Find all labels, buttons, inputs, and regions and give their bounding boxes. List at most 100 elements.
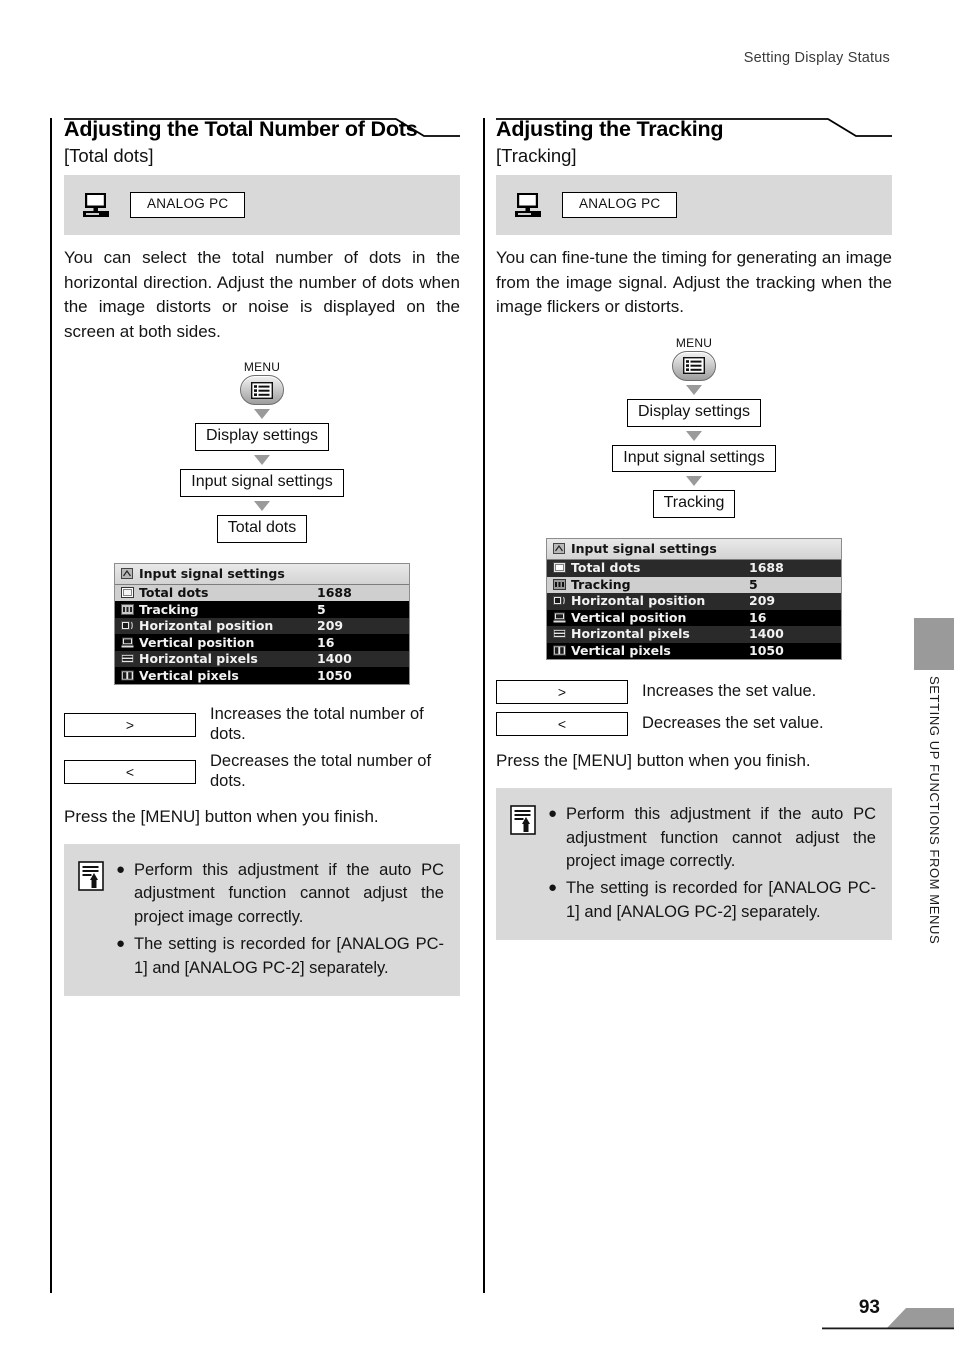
signal-chip-analog-pc: ANALOG PC [130,192,246,218]
osd-total-dots-icon [553,562,566,574]
note-item: ● Perform this adjustment if the auto PC… [548,803,876,873]
osd-signal-icon [553,543,565,555]
osd-row[interactable]: Vertical pixels 1050 [547,642,841,660]
osd-signal-icon [121,567,133,579]
flow-arrow-icon [254,409,270,420]
osd-total-dots-icon [121,587,134,599]
menu-list-icon [683,357,705,375]
section-heading: Adjusting the Total Number of Dots [Tota… [64,117,460,166]
flow-arrow-icon [254,501,270,512]
note-list: ● Perform this adjustment if the auto PC… [116,859,444,980]
osd-row-label: Vertical pixels [139,667,239,683]
legend-row: < Decreases the set value. [496,712,892,737]
osd-row-value: 16 [749,609,767,625]
page-title: Adjusting the Total Number of Dots [64,117,418,141]
monitor-icon [515,192,541,217]
osd-row[interactable]: Vertical pixels 1050 [115,667,409,684]
menu-list-icon [251,381,273,399]
osd-row-value: 5 [749,576,758,592]
osd-row-value: 1400 [749,626,784,642]
legend-description: Increases the total number of dots. [210,704,424,743]
note-item: ● Perform this adjustment if the auto PC… [116,859,444,929]
osd-title-label: Input signal settings [139,565,285,581]
page-title: Adjusting the Tracking [496,117,724,141]
osd-screenshot: Input signal settings Total dots 1688 Tr… [114,562,410,685]
osd-row-label: Horizontal pixels [139,651,258,667]
legend-description: Decreases the total number of dots. [210,752,432,791]
osd-row[interactable]: Horizontal position 209 [547,593,841,610]
section-tracking: Adjusting the Tracking [Tracking] ANALOG… [496,117,892,941]
press-menu-note: Press the [MENU] button when you finish. [64,807,379,827]
menu-button[interactable] [672,350,716,381]
flow-step-1: Display settings [626,398,762,427]
osd-title-bar: Input signal settings [547,539,841,561]
osd-title-bar: Input signal settings [115,563,409,585]
note-box: ● Perform this adjustment if the auto PC… [496,788,892,941]
key-right-button[interactable]: > [496,680,628,705]
osd-row-label: Horizontal position [571,593,706,609]
osd-row[interactable]: Tracking 5 [547,576,841,594]
osd-row[interactable]: Vertical position 16 [115,634,409,651]
page-number: 93 [858,1297,880,1318]
page-footer [0,1300,954,1352]
osd-row-label: Tracking [571,576,631,592]
osd-row[interactable]: Horizontal pixels 1400 [547,626,841,643]
key-legend: > Increases the set value. < Decreases t… [496,680,892,737]
osd-row[interactable]: Horizontal position 209 [115,617,409,635]
osd-vpix-icon [121,670,134,681]
legend-row: > Increases the set value. [496,680,892,705]
osd-title-label: Input signal settings [571,541,717,557]
section-body-text: You can select the total number of dots … [64,247,460,341]
osd-row[interactable]: Horizontal pixels 1400 [115,650,409,668]
signal-chip-analog-pc: ANALOG PC [562,192,678,218]
note-item: ● The setting is recorded for [ANALOG PC… [548,877,876,924]
section-heading: Adjusting the Tracking [Tracking] [496,117,892,166]
legend-description: Decreases the set value. [642,714,824,733]
osd-row[interactable]: Vertical position 16 [547,609,841,627]
osd-row-value: 1688 [749,560,784,576]
osd-row-value: 16 [317,634,335,650]
osd-row[interactable]: Total dots 1688 [115,584,409,602]
osd-row-label: Vertical position [571,609,687,625]
osd-row-value: 209 [749,593,776,609]
page-subtitle: [Tracking] [496,144,577,166]
osd-row-label: Vertical pixels [571,642,671,658]
note-list: ● Perform this adjustment if the auto PC… [548,803,876,924]
note-text: The setting is recorded for [ANALOG PC-1… [134,935,444,977]
page-subtitle: [Total dots] [64,144,154,166]
signal-type-band: ANALOG PC [496,174,892,235]
key-right-button[interactable]: > [64,712,196,737]
legend-description: Increases the set value. [642,682,817,701]
osd-hpix-icon [121,654,134,664]
key-left-button[interactable]: < [496,712,628,737]
flow-arrow-icon [254,455,270,466]
flow-step-3: Total dots [216,515,308,543]
osd-row[interactable]: Total dots 1688 [547,560,841,577]
flow-arrow-icon [686,476,702,487]
osd-row-value: 1050 [317,667,352,683]
osd-row-label: Horizontal position [139,618,274,634]
note-text: The setting is recorded for [ANALOG PC-1… [566,879,876,921]
legend-row: < Decreases the total number of dots. [64,752,460,792]
press-menu-note: Press the [MENU] button when you finish. [496,751,811,771]
osd-row-label: Tracking [139,601,199,617]
osd-row-value: 209 [317,618,344,634]
menu-button[interactable] [240,375,284,406]
key-left-button[interactable]: < [64,760,196,785]
flow-step-2: Input signal settings [612,444,776,473]
osd-screenshot: Input signal settings Total dots 1688 Tr… [546,538,842,661]
osd-row-value: 5 [317,601,326,617]
column-rule-right [483,118,485,1293]
osd-tracking-icon [553,578,566,590]
column-rule-left [50,118,52,1293]
note-box: ● Perform this adjustment if the auto PC… [64,844,460,997]
flow-arrow-icon [686,430,702,441]
legend-row: > Increases the total number of dots. [64,705,460,745]
menu-button-label: MENU [675,335,713,350]
osd-vpos-icon [121,637,134,648]
note-bullet-icon: ● [116,935,126,953]
osd-row-label: Total dots [571,560,641,576]
osd-row-label: Horizontal pixels [571,626,690,642]
osd-row[interactable]: Tracking 5 [115,601,409,618]
flow-arrow-icon [686,384,702,395]
